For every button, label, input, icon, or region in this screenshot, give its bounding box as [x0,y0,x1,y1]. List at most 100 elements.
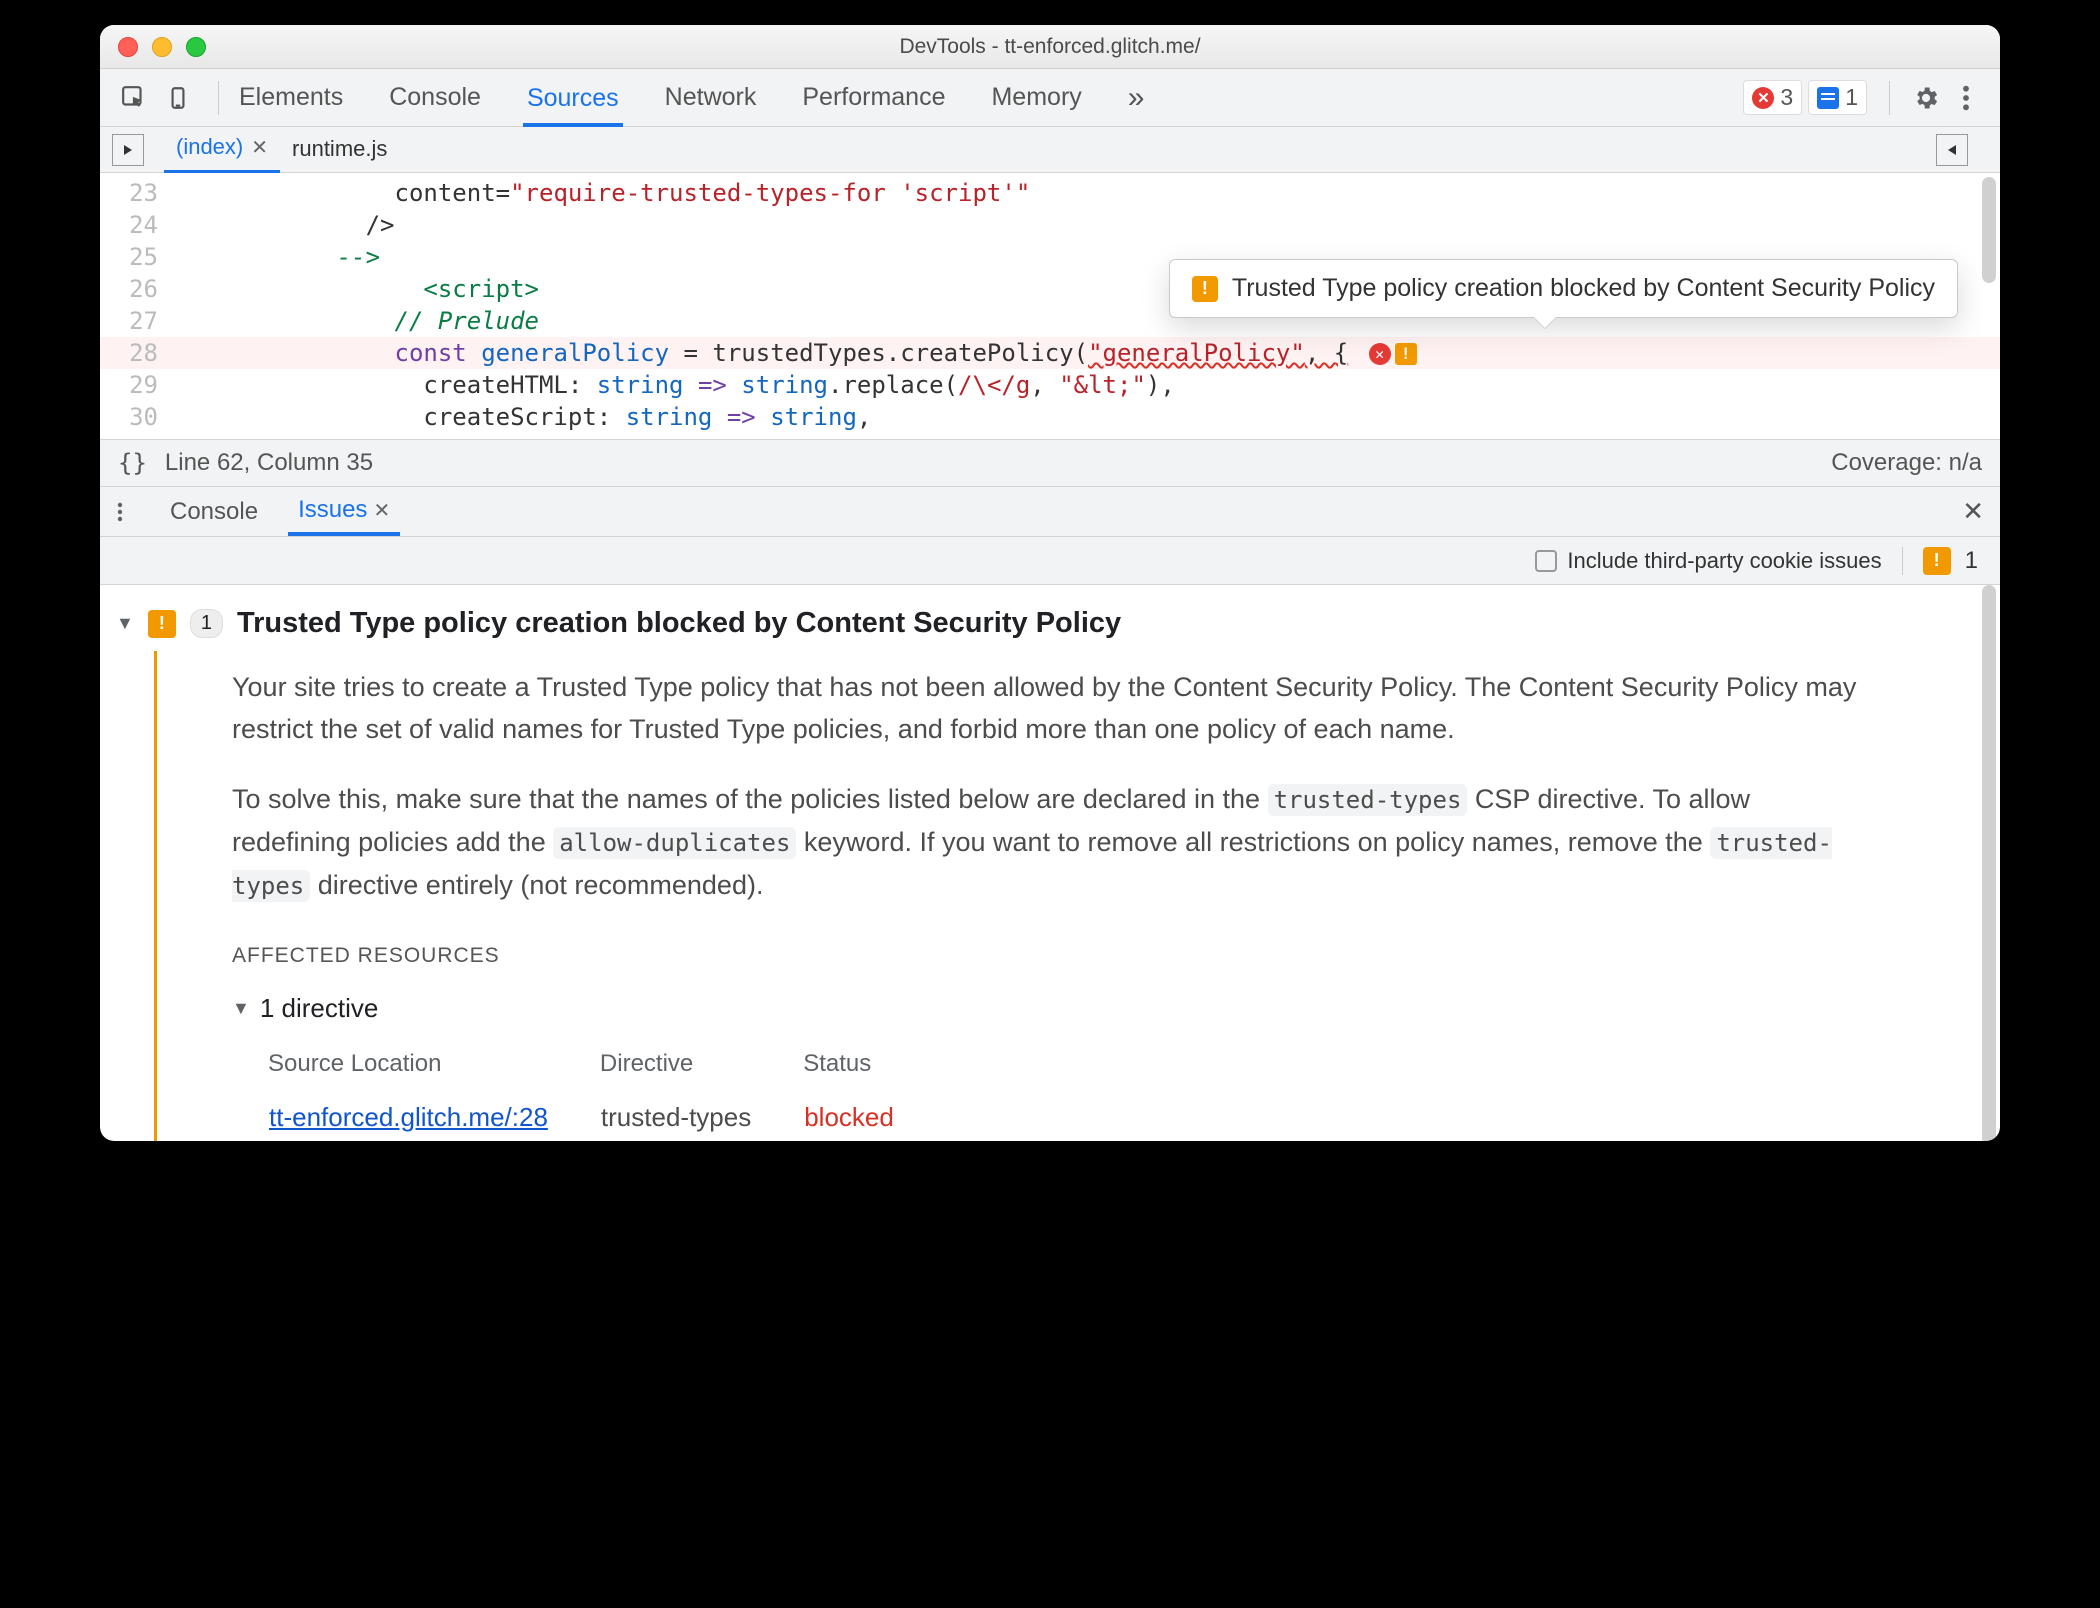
tab-network[interactable]: Network [661,73,761,122]
editor-status-bar: {} Line 62, Column 35 Coverage: n/a [100,439,2000,487]
file-tab-runtime[interactable]: runtime.js [280,128,399,172]
disclosure-triangle-icon[interactable]: ▼ [116,613,134,634]
code-line[interactable]: 28 const generalPolicy = trustedTypes.cr… [100,337,2000,369]
separator [1889,81,1890,115]
scrollbar-thumb[interactable] [1982,177,1996,283]
issue-count: 1 [1965,547,1978,575]
error-icon[interactable]: ✕ [1369,343,1391,365]
tabs-overflow-button[interactable]: » [1124,71,1149,125]
directive-summary-text: 1 directive [260,987,379,1029]
debugger-toggle-icon[interactable] [1936,134,1968,166]
code-text: createScript: string => string, [170,401,871,433]
file-tab-bar: (index) ✕ runtime.js [100,127,2000,173]
window-title: DevTools - tt-enforced.glitch.me/ [100,35,2000,59]
affected-resources-label: AFFECTED RESOURCES [232,935,1864,977]
code-editor[interactable]: 23 content="require-trusted-types-for 's… [100,173,2000,439]
separator [218,81,219,115]
code-line[interactable]: 24 /> [100,209,2000,241]
issue-header[interactable]: ▼ ! 1 Trusted Type policy creation block… [116,607,1984,640]
error-count: 3 [1780,84,1793,111]
close-tab-icon[interactable]: ✕ [251,135,268,160]
directive-cell: trusted-types [600,1095,801,1139]
line-number[interactable]: 29 [100,369,170,401]
issue-paragraph: To solve this, make sure that the names … [232,778,1864,907]
line-number[interactable]: 25 [100,241,170,273]
error-icon: ✕ [1752,87,1774,109]
code-line[interactable]: 29 createHTML: string => string.replace(… [100,369,2000,401]
third-party-cookies-checkbox[interactable]: Include third-party cookie issues [1535,548,1881,574]
warning-icon: ! [1923,547,1951,575]
line-number[interactable]: 26 [100,273,170,305]
line-number[interactable]: 23 [100,177,170,209]
tooltip-text: Trusted Type policy creation blocked by … [1232,274,1935,303]
tab-elements[interactable]: Elements [235,73,347,122]
directive-summary[interactable]: ▼ 1 directive [232,987,1864,1029]
source-location-link[interactable]: tt-enforced.glitch.me/:28 [269,1102,548,1132]
code-text: createHTML: string => string.replace(/\<… [170,369,1175,401]
device-icon[interactable] [158,78,198,118]
messages-badge[interactable]: 1 [1808,80,1867,115]
code-line[interactable]: 30 createScript: string => string, [100,401,2000,433]
checkbox-label: Include third-party cookie issues [1567,548,1881,574]
main-toolbar: Elements Console Sources Network Perform… [100,69,2000,127]
navigator-toggle-icon[interactable] [112,134,144,166]
table-header: Source Location [268,1043,598,1093]
issues-panel: ▼ ! 1 Trusted Type policy creation block… [100,585,2000,1141]
code-chip: trusted-types [1268,784,1468,816]
panel-tabs: Elements Console Sources Network Perform… [235,70,1148,126]
pretty-print-icon[interactable]: {} [118,449,147,477]
warning-icon: ! [148,610,176,638]
error-count-badge[interactable]: ✕ 3 [1743,80,1802,115]
warning-icon: ! [1192,276,1218,302]
tab-memory[interactable]: Memory [987,73,1085,122]
tab-sources[interactable]: Sources [523,70,623,127]
settings-gear-icon[interactable] [1906,84,1946,112]
drawer-tab-bar: Console Issues ✕ ✕ [100,487,2000,537]
code-chip: allow-duplicates [553,827,796,859]
close-tab-icon[interactable]: ✕ [373,498,390,523]
warning-icon[interactable]: ! [1395,343,1417,365]
scrollbar-thumb[interactable] [1982,585,1996,1141]
file-tab-label: runtime.js [292,136,387,162]
issues-toolbar: Include third-party cookie issues ! 1 [100,537,2000,585]
table-header: Status [803,1043,944,1093]
code-text: content="require-trusted-types-for 'scri… [170,177,1030,209]
disclosure-triangle-icon[interactable]: ▼ [232,987,250,1029]
tab-console[interactable]: Console [385,73,485,122]
checkbox-icon [1535,550,1557,572]
code-text: <script> [170,273,539,305]
devtools-window: DevTools - tt-enforced.glitch.me/ Elemen… [100,25,2000,1141]
line-number[interactable]: 27 [100,305,170,337]
table-header: Directive [600,1043,801,1093]
issue-paragraph: Your site tries to create a Trusted Type… [232,666,1864,750]
file-tab-label: (index) [176,134,243,160]
code-text: // Prelude [170,305,539,337]
drawer-tab-label: Issues [298,496,367,524]
kebab-menu-icon[interactable] [1946,84,1986,112]
cursor-position: Line 62, Column 35 [165,449,373,477]
close-drawer-icon[interactable]: ✕ [1962,496,1984,527]
line-number[interactable]: 28 [100,337,170,369]
tab-performance[interactable]: Performance [798,73,949,122]
messages-count: 1 [1845,84,1858,111]
file-tab-index[interactable]: (index) ✕ [164,126,280,174]
status-cell: blocked [803,1095,944,1139]
titlebar: DevTools - tt-enforced.glitch.me/ [100,25,2000,69]
drawer-tab-console[interactable]: Console [160,490,268,534]
issue-tooltip: ! Trusted Type policy creation blocked b… [1169,259,1958,318]
issue-title: Trusted Type policy creation blocked by … [237,607,1121,640]
messages-icon [1817,87,1839,109]
affected-resources-table: Source Location Directive Status tt-enfo… [266,1041,946,1141]
code-text: /> [170,209,395,241]
separator [1902,547,1903,575]
coverage-status: Coverage: n/a [1831,449,1982,477]
code-text: --> [170,241,380,273]
drawer-tab-issues[interactable]: Issues ✕ [288,488,400,536]
inspect-icon[interactable] [114,78,154,118]
table-row: tt-enforced.glitch.me/:28 trusted-types … [268,1095,944,1139]
line-number[interactable]: 30 [100,401,170,433]
drawer-menu-icon[interactable] [116,500,146,524]
code-line[interactable]: 23 content="require-trusted-types-for 's… [100,177,2000,209]
line-number[interactable]: 24 [100,209,170,241]
issue-occurrence-count: 1 [190,609,223,638]
